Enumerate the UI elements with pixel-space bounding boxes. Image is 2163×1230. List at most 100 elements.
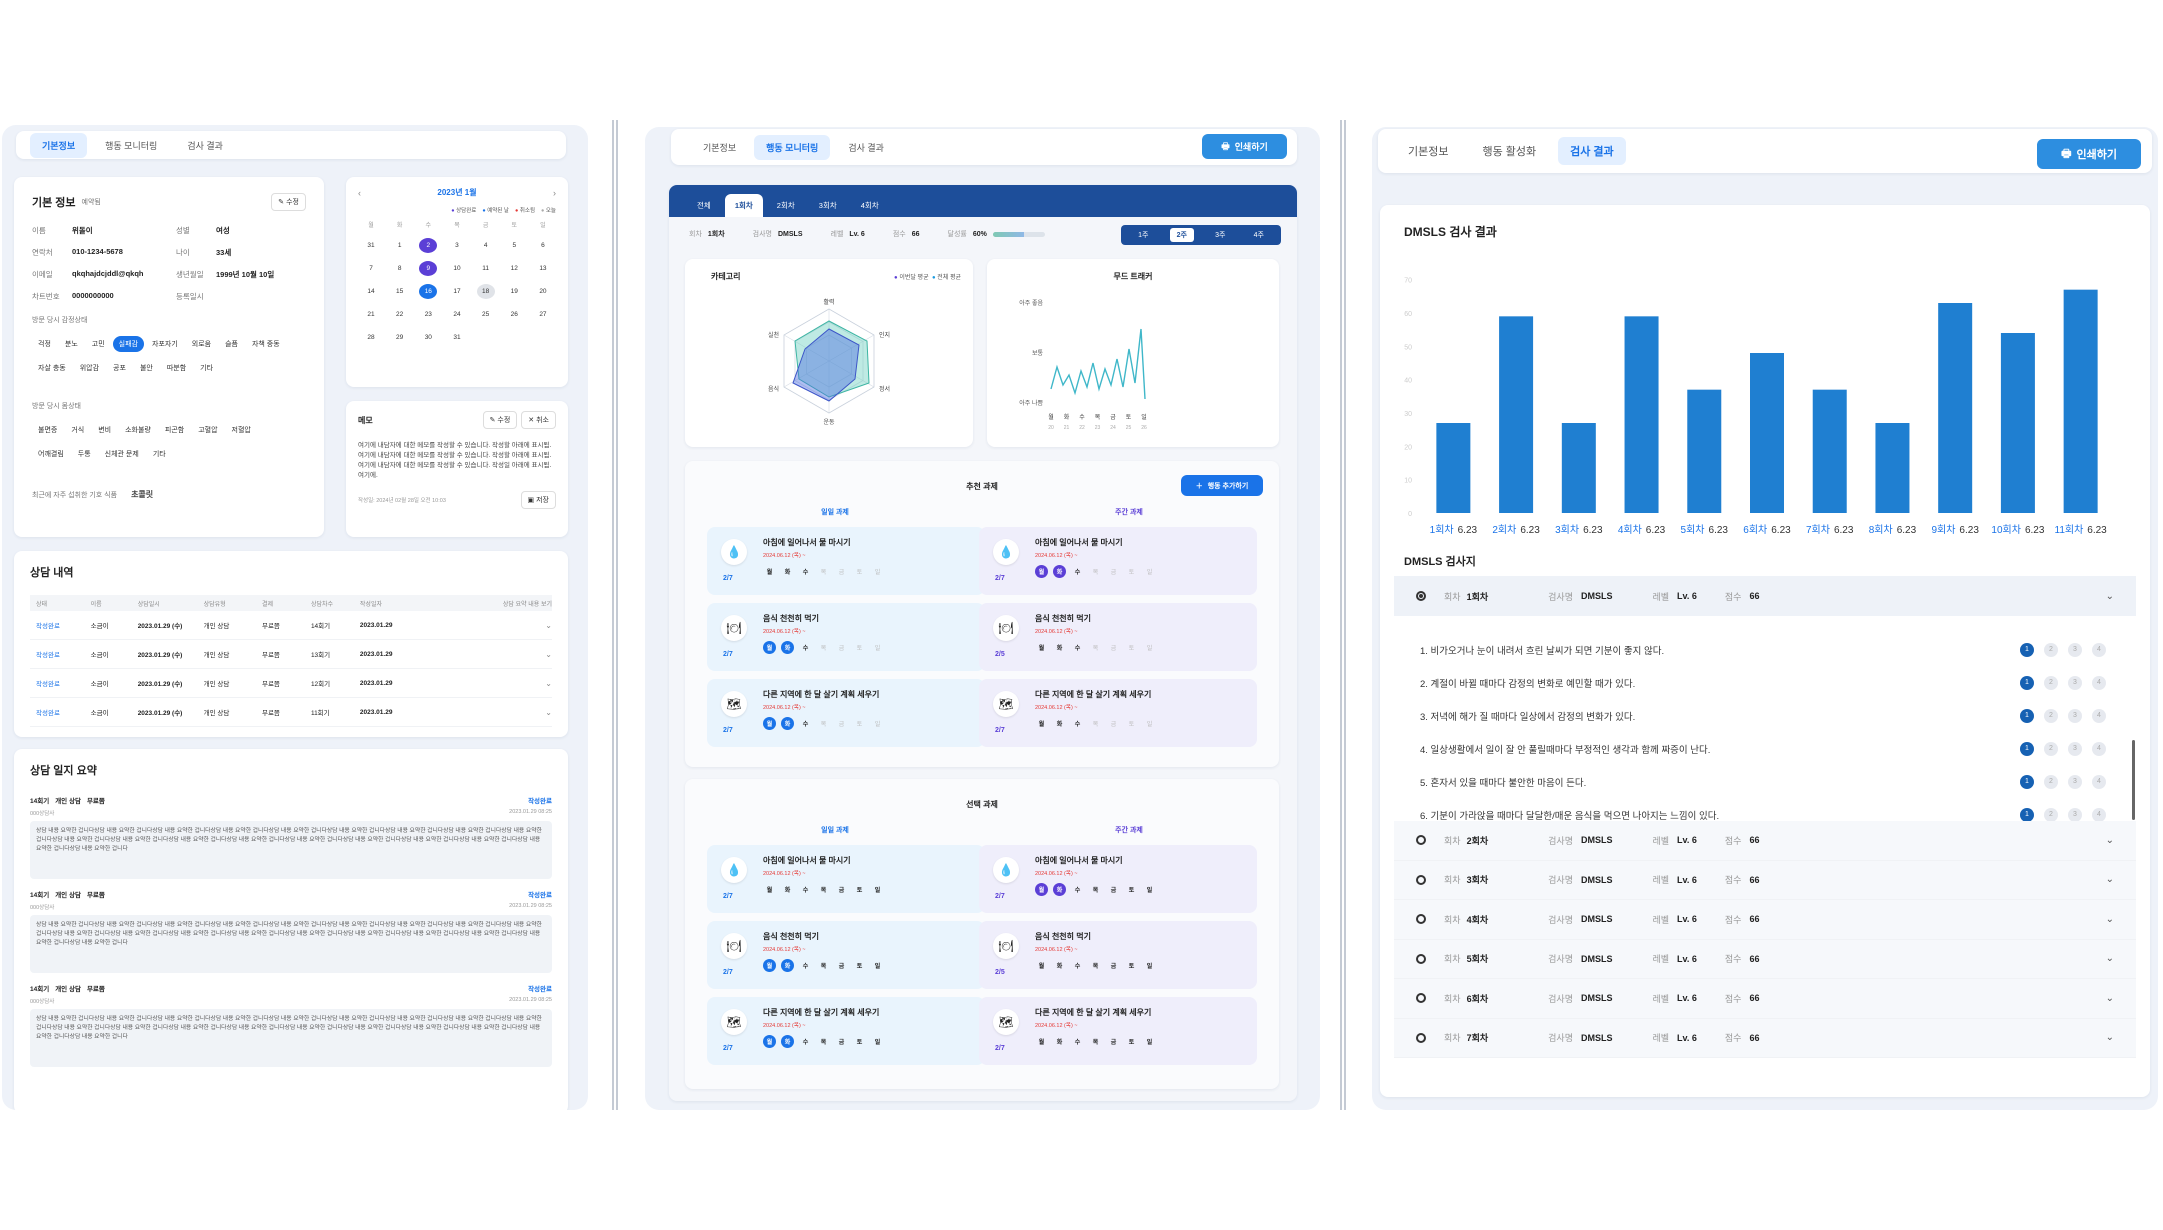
symptom-chip[interactable]: 두통 (72, 446, 97, 462)
calendar-day[interactable]: 16 (419, 284, 438, 299)
weekday-toggle[interactable]: 수 (799, 717, 812, 730)
memo-save-button[interactable]: ▣ 저장 (520, 491, 556, 509)
answer-option[interactable]: 2 (2044, 708, 2058, 723)
weekday-toggle[interactable]: 수 (1071, 959, 1084, 972)
weekday-toggle[interactable]: 화 (1053, 641, 1066, 654)
radio-icon[interactable] (1416, 953, 1426, 964)
weekday-toggle[interactable]: 목 (817, 565, 830, 578)
symptom-chip[interactable]: 신체관 문제 (99, 446, 145, 462)
answer-option[interactable]: 1 (2020, 774, 2034, 789)
prev-month-icon[interactable]: ‹ (358, 188, 361, 198)
calendar-day[interactable]: 5 (505, 238, 523, 253)
weekday-toggle[interactable]: 월 (1035, 641, 1048, 654)
weekday-toggle[interactable]: 금 (1107, 565, 1120, 578)
weekday-toggle[interactable]: 화 (1053, 959, 1066, 972)
memo-edit-button[interactable]: ✎ 수정 (482, 411, 518, 429)
weekday-toggle[interactable]: 월 (1035, 959, 1048, 972)
bar[interactable] (2000, 333, 2035, 513)
task-card[interactable]: 🗺 2/7 다른 지역에 한 달 살기 계획 세우기 2024.06.12 (목) ~… (979, 997, 1257, 1065)
tab-basic-info[interactable]: 기본정보 (30, 132, 88, 158)
answer-option[interactable]: 3 (2068, 807, 2082, 822)
weekday-toggle[interactable]: 토 (1125, 959, 1138, 972)
answer-option[interactable]: 2 (2044, 741, 2058, 756)
calendar-day[interactable]: 17 (448, 284, 466, 299)
chevron-down-icon[interactable]: ⌄ (2106, 835, 2114, 846)
weekday-toggle[interactable]: 금 (1107, 1035, 1120, 1048)
weekday-toggle[interactable]: 목 (817, 959, 830, 972)
task-card[interactable]: 🍽 2/7 음식 천천히 먹기 2024.06.12 (목) ~ 월 화 수 목 금 토 일 (707, 603, 985, 671)
round-tab[interactable]: 전체 (687, 194, 721, 217)
answer-option[interactable]: 1 (2020, 675, 2034, 690)
weekday-toggle[interactable]: 수 (799, 565, 812, 578)
calendar-day[interactable]: 10 (448, 261, 466, 276)
weekday-toggle[interactable]: 금 (1107, 641, 1120, 654)
weekday-toggle[interactable]: 화 (1053, 883, 1066, 896)
weekday-toggle[interactable]: 목 (1089, 717, 1102, 730)
symptom-chip[interactable]: 소화불량 (119, 422, 157, 438)
emotion-chip[interactable]: 고민 (86, 336, 111, 352)
weekday-toggle[interactable]: 일 (871, 959, 884, 972)
tab-test-results[interactable]: 검사 결과 (1558, 137, 1626, 165)
chevron-down-icon[interactable]: ⌄ (467, 650, 552, 659)
answer-option[interactable]: 1 (2020, 642, 2034, 657)
weekday-toggle[interactable]: 목 (1089, 641, 1102, 654)
weekday-toggle[interactable]: 토 (853, 1035, 866, 1048)
answer-option[interactable]: 4 (2092, 774, 2106, 789)
calendar-day[interactable]: 14 (362, 284, 380, 299)
emotion-chip[interactable]: 자책 중동 (246, 336, 286, 352)
weekday-toggle[interactable]: 화 (781, 1035, 794, 1048)
tab-basic-info[interactable]: 기본정보 (691, 135, 748, 160)
answer-option[interactable]: 4 (2092, 807, 2106, 822)
weekday-toggle[interactable]: 목 (817, 641, 830, 654)
bar[interactable] (1624, 316, 1659, 513)
memo-cancel-button[interactable]: ✕ 취소 (521, 411, 556, 429)
chevron-down-icon[interactable]: ⌄ (467, 679, 552, 688)
weekday-toggle[interactable]: 월 (1035, 565, 1048, 578)
task-card[interactable]: 🍽 2/5 음식 천천히 먹기 2024.06.12 (목) ~ 월 화 수 목 금 토 일 (979, 921, 1257, 989)
chevron-down-icon[interactable]: ⌄ (2106, 874, 2114, 885)
calendar-day[interactable]: 3 (448, 238, 466, 253)
radio-icon[interactable] (1416, 1032, 1426, 1043)
weekday-toggle[interactable]: 수 (799, 883, 812, 896)
weekday-toggle[interactable]: 금 (835, 959, 848, 972)
calendar-day[interactable]: 8 (391, 261, 409, 276)
weekday-toggle[interactable]: 화 (781, 959, 794, 972)
symptom-chip[interactable]: 피곤함 (159, 422, 190, 438)
calendar-day[interactable]: 31 (362, 238, 380, 253)
answer-option[interactable]: 4 (2092, 741, 2106, 756)
test-accordion-item[interactable]: 회차 2회차 검사명 DMSLS 레벨 Lv. 6 점수 66 ⌄ (1394, 821, 2136, 861)
calendar-day[interactable]: 25 (477, 307, 495, 322)
calendar-day[interactable]: 26 (505, 307, 523, 322)
weekday-toggle[interactable]: 토 (1125, 883, 1138, 896)
memo-text[interactable]: 여기에 내담자에 대한 메모를 작성할 수 있습니다. 작성할 아래에 표시됨.… (358, 441, 556, 481)
bar[interactable] (1875, 423, 1910, 513)
radio-icon[interactable] (1416, 874, 1426, 885)
weekday-toggle[interactable]: 월 (1035, 1035, 1048, 1048)
answer-option[interactable]: 2 (2044, 807, 2058, 822)
weekday-toggle[interactable]: 금 (835, 717, 848, 730)
weekday-toggle[interactable]: 금 (835, 565, 848, 578)
answer-option[interactable]: 2 (2044, 675, 2058, 690)
bar[interactable] (2063, 289, 2098, 513)
weekday-toggle[interactable]: 목 (1089, 959, 1102, 972)
table-row[interactable]: 작성완료 소금이 2023.01.29 (수) 개인 상담 무료쯤 14회기 2023.01… (30, 611, 552, 640)
table-cell[interactable]: 작성완료 (36, 649, 91, 659)
calendar-day[interactable] (534, 330, 552, 345)
chevron-down-icon[interactable]: ⌄ (467, 708, 552, 717)
task-card[interactable]: 🗺 2/7 다른 지역에 한 달 살기 계획 세우기 2024.06.12 (목) ~… (979, 679, 1257, 747)
weekday-toggle[interactable]: 금 (835, 641, 848, 654)
add-behavior-button[interactable]: ＋ 행동 추가하기 (1181, 475, 1263, 496)
calendar-day[interactable]: 4 (477, 238, 495, 253)
tab-basic-info[interactable]: 기본정보 (1396, 137, 1460, 165)
weekday-toggle[interactable]: 일 (871, 1035, 884, 1048)
symptom-chip[interactable]: 기타 (147, 446, 172, 462)
weekday-toggle[interactable]: 월 (763, 565, 776, 578)
emotion-chip[interactable]: 걱정 (32, 336, 57, 352)
weekday-toggle[interactable]: 일 (871, 641, 884, 654)
answer-option[interactable]: 4 (2092, 642, 2106, 657)
weekday-toggle[interactable]: 금 (1107, 717, 1120, 730)
weekday-toggle[interactable]: 수 (1071, 717, 1084, 730)
summary-status[interactable]: 작성완료 (528, 889, 552, 899)
symptom-chip[interactable]: 불면증 (32, 422, 63, 438)
weekday-toggle[interactable]: 일 (1143, 565, 1156, 578)
